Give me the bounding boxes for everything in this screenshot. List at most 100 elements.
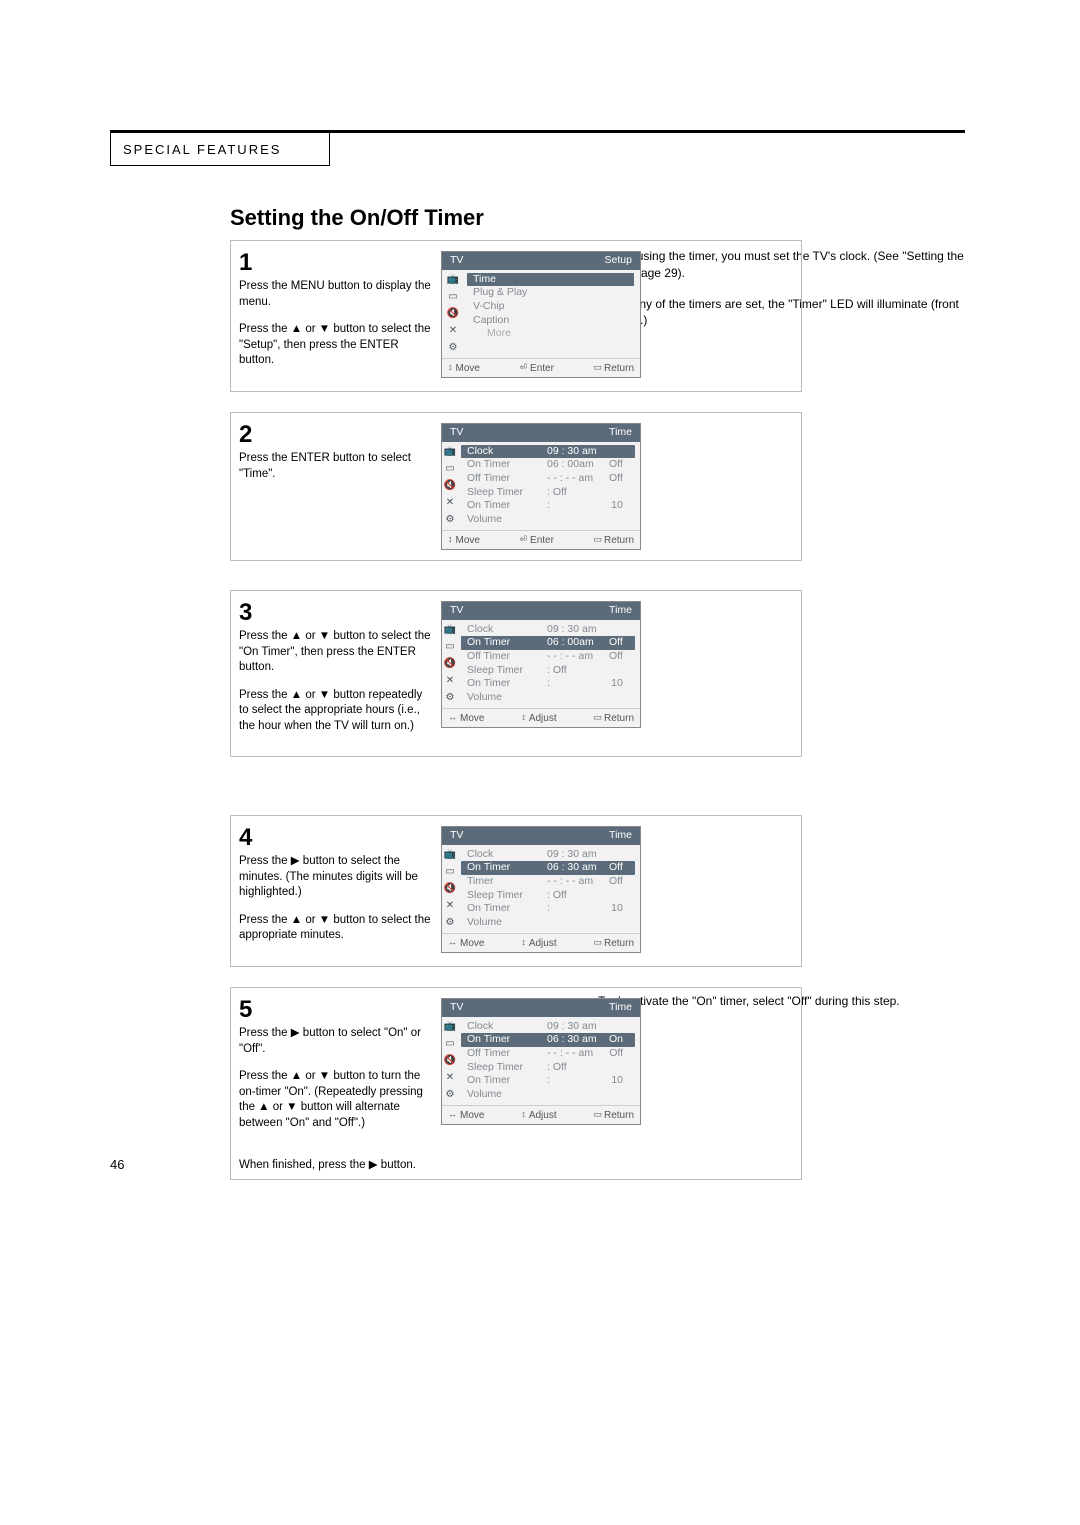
return-icon: ▭ [593,362,601,374]
osd-row: More [467,327,634,341]
osd-hint-bar: ↔Move ↕Adjust ▭Return [442,1105,640,1124]
osd-side-icon: 📺 [442,848,458,862]
osd-icon-column: 📺▭🔇✕⚙ [442,845,458,933]
osd-label: Off Timer [467,1047,539,1061]
page-number: 46 [110,1157,124,1172]
osd-status: On [609,1033,629,1047]
osd-status: 10 [609,902,629,929]
osd-icon-column: 📺▭🔇✕⚙ [442,620,458,708]
osd-hint-bar: ↔Move ↕Adjust ▭Return [442,708,640,727]
step-number: 2 [239,423,431,447]
osd-side-icon: ▭ [442,1037,458,1051]
tv-osd: TV Time 📺▭🔇✕⚙ Clock09 : 30 amOn Timer06 … [441,826,641,953]
osd-row: On Timer06 : 00amOff [461,458,635,472]
osd-row: On Timer06 : 30 amOff [461,861,635,875]
osd-side-icon: ✕ [442,496,458,510]
osd-label: On Timer Volume [467,677,539,704]
instruction: Press the ▲ or ▼ button to select the "S… [239,322,431,369]
enter-icon: ↕ [521,712,526,724]
osd-menu-list: Clock09 : 30 amOn Timer06 : 00amOffOff T… [458,620,641,708]
osd-label: Clock [467,623,539,637]
osd-row: Sleep Timer: Off [461,664,635,678]
osd-row: On Timer06 : 30 amOn [461,1033,635,1047]
osd-icon-column: 📺▭🔇✕⚙ [442,442,458,530]
step-3: 3 Press the ▲ or ▼ button to select the … [230,590,802,757]
tv-osd: TV Setup 📺▭🔇✕⚙ TimePlug & PlayV-ChipCapt… [441,251,641,378]
osd-hint-center: ↕Adjust [521,712,556,725]
step-2: 2 Press the ENTER button to select "Time… [230,412,802,561]
osd-header-left: TV [450,254,463,268]
osd-side-icon: 🔇 [445,307,461,321]
manual-page: SPECIAL FEATURES Setting the On/Off Time… [0,0,1080,1525]
osd-row: On Timer Volume:10 [461,499,635,526]
step-4: 4 Press the ▶ button to select the minut… [230,815,802,967]
move-icon: ↕ [448,534,453,546]
osd-status: Off [609,636,629,650]
osd-side-icon: ⚙ [442,691,458,705]
enter-icon: ↕ [521,1109,526,1121]
osd-header-left: TV [450,829,463,843]
osd-side-icon: 🔇 [442,479,458,493]
osd-hint-move: ↔Move [448,1109,484,1122]
osd-row: Sleep Timer: Off [461,889,635,903]
osd-row: Clock09 : 30 am [461,1020,635,1034]
osd-side-icon: ▭ [445,290,461,304]
osd-label: On Timer [467,861,539,875]
osd-label: Plug & Play [473,286,545,300]
osd-hint-return: ▭Return [593,362,634,375]
osd-side-icon: 🔇 [442,657,458,671]
osd-row: V-Chip [467,300,634,314]
move-icon: ↔ [448,1109,457,1121]
osd-value: : [547,499,601,526]
instruction: Press the MENU button to display the men… [239,279,431,310]
osd-status: Off [609,1047,629,1061]
osd-side-icon: 📺 [442,623,458,637]
osd-header-right: Time [609,426,632,440]
osd-header-left: TV [450,604,463,618]
osd-row: Plug & Play [467,286,634,300]
section-header: SPECIAL FEATURES [110,130,330,166]
osd-hint-center: ↕Adjust [521,1109,556,1122]
tv-osd: TV Time 📺▭🔇✕⚙ Clock09 : 30 amOn Timer06 … [441,998,641,1125]
osd-header-right: Setup [605,254,632,268]
step-text: 4 Press the ▶ button to select the minut… [231,816,441,966]
osd-value: 06 : 00am [547,458,601,472]
return-icon: ▭ [593,534,601,546]
osd-screenshot: TV Time 📺▭🔇✕⚙ Clock09 : 30 amOn Timer06 … [441,988,651,1153]
osd-status: 10 [609,677,629,704]
osd-value: 06 : 30 am [547,1033,601,1047]
osd-side-icon: ▭ [442,462,458,476]
step-text: 2 Press the ENTER button to select "Time… [231,413,441,560]
osd-label: Clock [467,445,539,459]
osd-side-icon: 📺 [442,1020,458,1034]
osd-menu-list: Clock09 : 30 amOn Timer06 : 30 amOnOff T… [458,1017,641,1105]
osd-value: : Off [547,664,601,678]
osd-side-icon: ⚙ [445,341,461,355]
step-number: 1 [239,251,431,275]
osd-side-icon: 📺 [442,445,458,459]
osd-row: Off Timer- - : - - amOff [461,1047,635,1061]
return-icon: ▭ [593,712,601,724]
osd-label: Off Timer [467,472,539,486]
osd-status: Off [609,650,629,664]
osd-row: Clock09 : 30 am [461,848,635,862]
osd-screenshot: TV Time 📺▭🔇✕⚙ Clock09 : 30 amOn Timer06 … [441,413,651,560]
osd-screenshot: TV Time 📺▭🔇✕⚙ Clock09 : 30 amOn Timer06 … [441,591,651,756]
osd-side-icon: ⚙ [442,916,458,930]
osd-hint-return: ▭Return [593,937,634,950]
instruction-tail: When finished, press the ▶ button. [231,1157,801,1179]
osd-row: On Timer Volume:10 [461,677,635,704]
osd-label: More [487,327,559,341]
instruction: Press the ▶ button to select "On" or "Of… [239,1026,431,1057]
osd-menu-list: Clock09 : 30 amOn Timer06 : 00amOffOff T… [458,442,641,530]
osd-row: Off Timer- - : - - amOff [461,472,635,486]
osd-hint-move: ↕Move [448,534,480,547]
osd-label: Sleep Timer [467,1061,539,1075]
osd-label: V-Chip [473,300,545,314]
osd-side-icon: ✕ [445,324,461,338]
osd-label: On Timer Volume [467,902,539,929]
osd-label: Caption [473,314,545,328]
move-icon: ↔ [448,712,457,724]
osd-side-icon: ▭ [442,865,458,879]
osd-row: Timer- - : - - amOff [461,875,635,889]
